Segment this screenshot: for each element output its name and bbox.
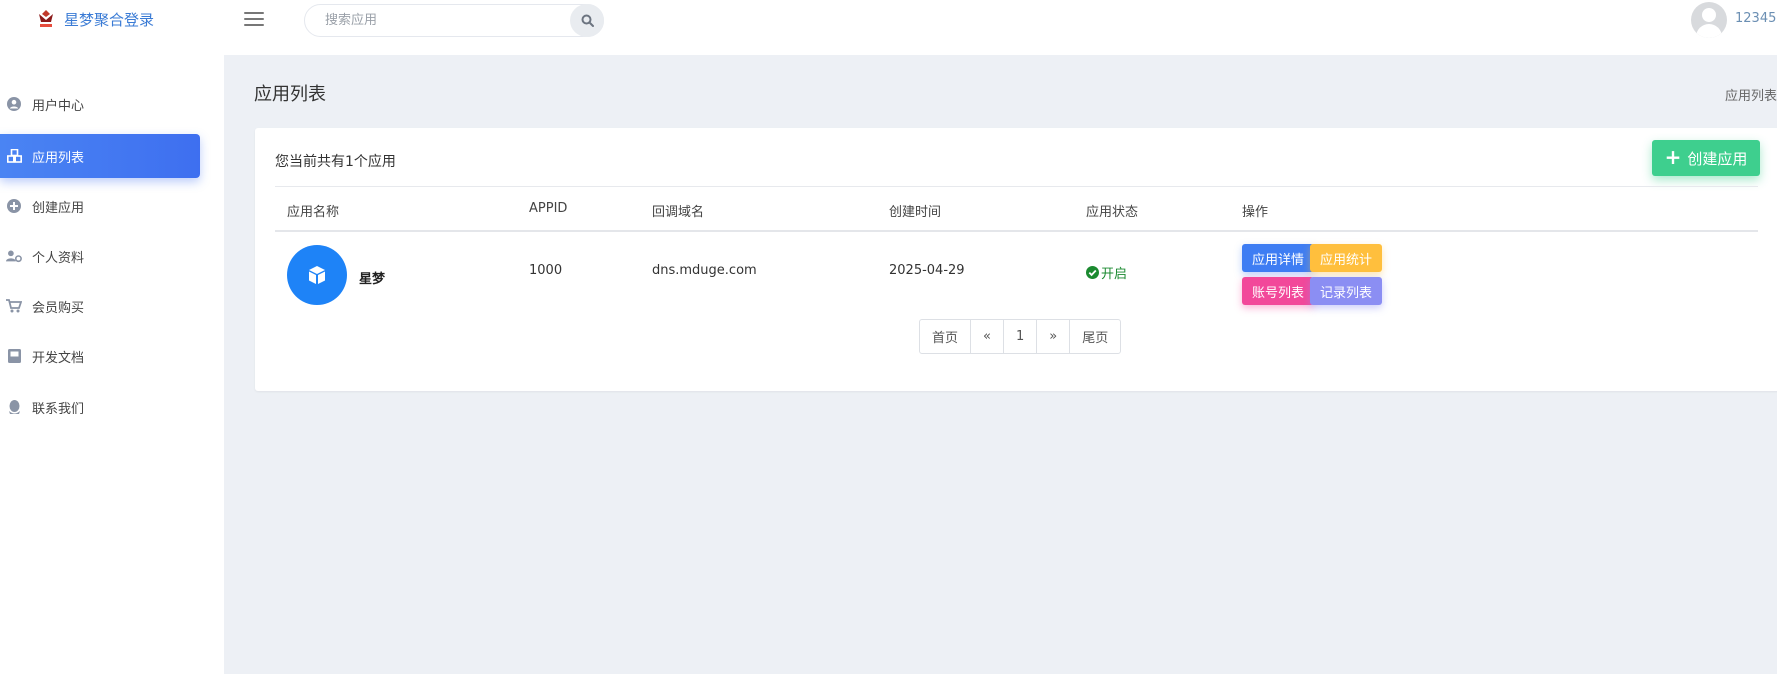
create-app-label: 创建应用: [1687, 149, 1748, 168]
search-input[interactable]: [325, 5, 565, 36]
brand-logo-icon: [36, 8, 56, 30]
sidebar-item-label: 联系我们: [32, 401, 85, 417]
column-header-actions: 操作: [1242, 205, 1269, 220]
app-created-date: 2025-04-29: [889, 263, 965, 278]
top-header: 星梦聚合登录 123456: [0, 0, 1777, 55]
sidebar: 用户中心 应用列表 创建应用 个人资料 会员购买 开发文档 联系我们: [0, 55, 224, 674]
brand-name: 星梦聚合登录: [64, 10, 155, 29]
user-circle-icon: [6, 96, 22, 112]
app-detail-button[interactable]: 应用详情: [1242, 244, 1314, 272]
app-table: 应用名称 APPID 回调域名 创建时间 应用状态 操作 星梦 1000 dns…: [275, 186, 1758, 312]
pagination-last[interactable]: 尾页: [1070, 320, 1120, 353]
search-icon: [581, 14, 594, 27]
sidebar-item-user-center[interactable]: 用户中心: [0, 82, 200, 126]
create-app-button[interactable]: + 创建应用: [1652, 140, 1760, 176]
table-header: 应用名称 APPID 回调域名 创建时间 应用状态 操作: [275, 186, 1758, 232]
sidebar-item-profile[interactable]: 个人资料: [0, 234, 200, 278]
hamburger-bar: [244, 18, 264, 20]
column-header-name: 应用名称: [287, 205, 340, 220]
search-button[interactable]: [570, 4, 604, 37]
qq-icon: [6, 399, 22, 415]
hamburger-bar: [244, 12, 264, 14]
pagination-next[interactable]: »: [1037, 320, 1071, 353]
app-name: 星梦: [359, 272, 386, 287]
brand-logo[interactable]: 星梦聚合登录: [36, 8, 154, 30]
plus-circle-icon: [6, 198, 22, 214]
status-badge: 开启: [1086, 263, 1127, 282]
sidebar-item-create-app[interactable]: 创建应用: [0, 184, 200, 228]
column-header-status: 应用状态: [1086, 205, 1139, 220]
pagination-page[interactable]: 1: [1004, 320, 1038, 353]
menu-toggle-button[interactable]: [244, 10, 264, 28]
check-circle-icon: [1086, 266, 1099, 279]
page-title: 应用列表: [254, 84, 326, 105]
avatar-head: [1702, 8, 1716, 22]
sidebar-item-contact[interactable]: 联系我们: [0, 385, 200, 429]
sidebar-item-label: 会员购买: [32, 300, 85, 316]
username[interactable]: 123456: [1735, 11, 1777, 26]
column-header-created: 创建时间: [889, 205, 942, 220]
app-stats-button[interactable]: 应用统计: [1310, 244, 1382, 272]
pagination: 首页 « 1 » 尾页: [919, 319, 1122, 354]
sidebar-item-label: 用户中心: [32, 98, 85, 114]
app-callback-domain: dns.mduge.com: [652, 263, 757, 278]
search-box: [304, 4, 604, 37]
column-header-domain: 回调域名: [652, 205, 705, 220]
hamburger-bar: [244, 24, 264, 26]
pagination-first[interactable]: 首页: [920, 320, 972, 353]
sidebar-item-app-list[interactable]: 应用列表: [0, 134, 200, 178]
sidebar-item-label: 应用列表: [32, 150, 85, 166]
app-list-card: 您当前共有1个应用 + 创建应用 应用名称 APPID 回调域名 创建时间 应用…: [255, 128, 1777, 391]
app-avatar: [287, 245, 347, 305]
app-appid: 1000: [529, 263, 563, 278]
cube-icon: [309, 266, 325, 284]
avatar-shoulders: [1696, 24, 1722, 38]
status-text: 开启: [1101, 267, 1128, 282]
pagination-prev[interactable]: «: [971, 320, 1004, 353]
sidebar-item-label: 开发文档: [32, 350, 85, 366]
main-content: 应用列表 应用列表 您当前共有1个应用 + 创建应用 应用名称 APPID 回调…: [224, 55, 1777, 674]
column-header-appid: APPID: [529, 201, 568, 216]
cart-icon: [6, 298, 22, 314]
cubes-icon: [6, 148, 22, 164]
book-icon: [6, 348, 22, 364]
account-list-button[interactable]: 账号列表: [1242, 277, 1314, 305]
app-count-summary: 您当前共有1个应用: [275, 154, 396, 170]
table-row: 星梦 1000 dns.mduge.com 2025-04-29 开启 应用详情…: [275, 232, 1758, 312]
breadcrumb[interactable]: 应用列表: [1725, 85, 1777, 104]
user-cog-icon: [6, 248, 22, 264]
sidebar-item-membership[interactable]: 会员购买: [0, 284, 200, 328]
plus-icon: +: [1664, 145, 1682, 169]
sidebar-item-docs[interactable]: 开发文档: [0, 334, 200, 378]
sidebar-item-label: 创建应用: [32, 200, 85, 216]
avatar[interactable]: [1691, 2, 1727, 38]
sidebar-item-label: 个人资料: [32, 250, 85, 266]
record-list-button[interactable]: 记录列表: [1310, 277, 1382, 305]
